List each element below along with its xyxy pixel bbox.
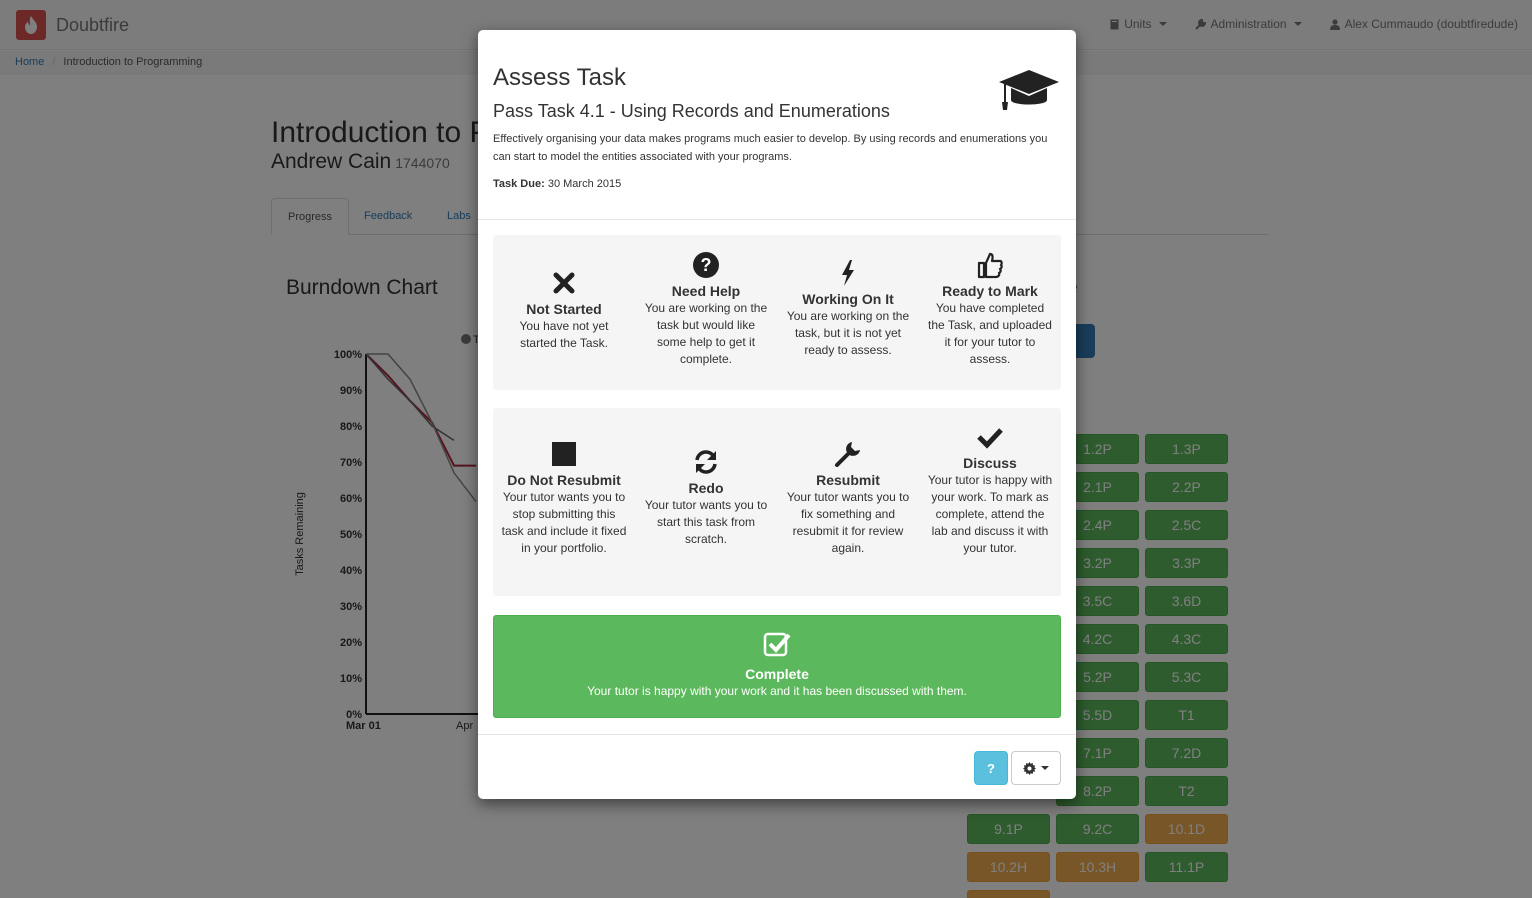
gear-icon [1023, 761, 1036, 775]
status-discuss[interactable]: Discuss Your tutor is happy with your wo… [919, 423, 1061, 557]
bolt-icon [842, 260, 854, 286]
status-description: Your tutor wants you to start this task … [644, 498, 768, 546]
thumbs-up-icon [977, 252, 1003, 279]
status-description: Your tutor wants you to fix something an… [786, 490, 910, 555]
status-label: Need Help [671, 283, 741, 299]
status-description: You are working on the task, but it is n… [786, 309, 910, 357]
status-label: Working On It [802, 291, 894, 307]
complete-button[interactable]: Complete Your tutor is happy with your w… [493, 615, 1061, 718]
status-label: Redo [688, 480, 724, 496]
graduation-cap-icon [999, 70, 1059, 110]
refresh-icon [695, 450, 717, 474]
task-due: Task Due: 30 March 2015 [493, 178, 621, 190]
check-square-icon [763, 632, 791, 657]
modal-footer: ? [478, 734, 1076, 799]
wrench-icon [835, 442, 860, 467]
status-not-started[interactable]: Not Started You have not yet started the… [493, 269, 635, 352]
task-due-date: 30 March 2015 [547, 178, 622, 190]
task-due-label: Task Due: [493, 178, 545, 190]
question-circle-icon: ? [693, 252, 719, 278]
status-description: You are working on the task but would li… [644, 301, 768, 366]
status-label: Do Not Resubmit [507, 472, 621, 488]
status-description: You have not yet started the Task. [519, 319, 609, 350]
assess-task-modal: Assess Task Pass Task 4.1 - Using Record… [478, 30, 1076, 799]
stop-square-icon [552, 442, 576, 466]
status-redo[interactable]: Redo Your tutor wants you to start this … [635, 448, 777, 548]
task-name: Pass Task 4.1 - Using Records and Enumer… [493, 101, 890, 121]
x-icon [553, 272, 575, 294]
status-working-on-it[interactable]: Working On It You are working on the tas… [777, 259, 919, 359]
status-options-panel-2: Do Not Resubmit Your tutor wants you to … [493, 408, 1061, 596]
task-description: Effectively organising your data makes p… [493, 133, 1048, 163]
status-description: Your tutor is happy with your work. To m… [927, 473, 1053, 555]
status-options-panel-1: Not Started You have not yet started the… [493, 235, 1061, 390]
svg-text:?: ? [701, 255, 712, 275]
complete-label: Complete [745, 666, 809, 682]
status-do-not-resubmit[interactable]: Do Not Resubmit Your tutor wants you to … [493, 440, 635, 557]
help-button[interactable]: ? [974, 751, 1008, 785]
check-icon [977, 428, 1003, 449]
status-description: Your tutor wants you to stop submitting … [501, 490, 627, 555]
status-ready-to-mark[interactable]: Ready to Mark You have completed the Tas… [919, 251, 1061, 368]
modal-title: Assess Task [493, 64, 626, 91]
status-label: Ready to Mark [942, 283, 1038, 299]
chevron-down-icon [1041, 766, 1049, 770]
status-description: You have completed the Task, and uploade… [928, 301, 1052, 366]
status-label: Resubmit [816, 472, 880, 488]
status-resubmit[interactable]: Resubmit Your tutor wants you to fix som… [777, 440, 919, 557]
status-label: Discuss [963, 455, 1017, 471]
complete-description: Your tutor is happy with your work and i… [587, 684, 967, 698]
status-label: Not Started [526, 301, 602, 317]
status-need-help[interactable]: ? Need Help You are working on the task … [635, 251, 777, 368]
settings-dropdown-button[interactable] [1011, 751, 1061, 785]
modal-header: Assess Task Pass Task 4.1 - Using Record… [478, 30, 1076, 220]
